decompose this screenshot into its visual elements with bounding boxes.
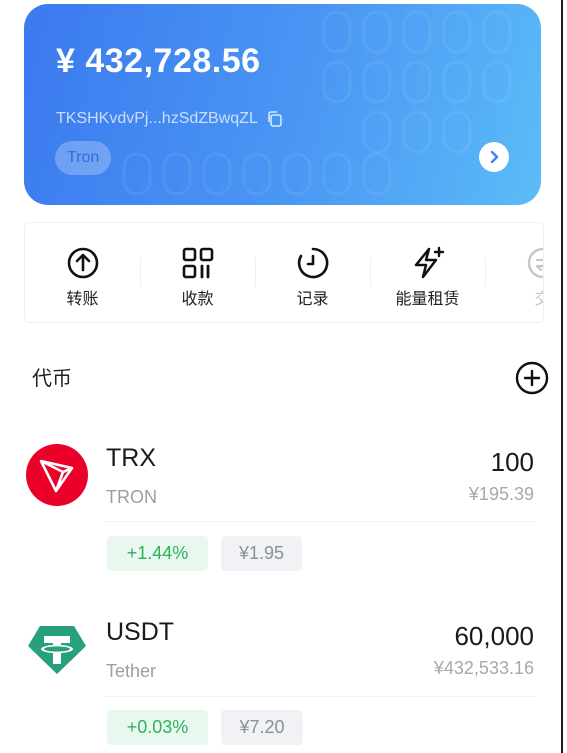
send-icon (65, 245, 101, 281)
token-symbol: TRX (106, 444, 156, 472)
action-label: 能量租赁 (395, 291, 460, 308)
tokens-section-title: 代币 (32, 368, 72, 390)
token-amount: 60,000 (454, 621, 534, 651)
wallet-address: TKSHKvdvPj...hzSdZBwqZL (56, 110, 258, 127)
action-label: 交 (534, 285, 543, 309)
copy-icon[interactable] (266, 110, 284, 128)
token-fiat-value: ¥432,533.16 (433, 658, 534, 678)
action-receive[interactable]: 收款 (140, 223, 255, 322)
chain-badge[interactable]: Tron (55, 141, 112, 175)
row-divider (106, 521, 535, 522)
action-energy-rental[interactable]: 能量租赁 (370, 223, 485, 322)
action-history[interactable]: 记录 (255, 223, 370, 322)
unit-price-badge: ¥7.20 (221, 710, 303, 745)
qr-code-icon (180, 245, 216, 281)
tron-logo-icon (26, 444, 88, 506)
token-symbol: USDT (106, 618, 175, 646)
action-label: 记录 (296, 291, 329, 308)
add-circle-icon[interactable] (515, 361, 549, 395)
wallet-card[interactable]: ¥ 432,728.56 TKSHKvdvPj...hzSdZBwqZL Tro… (24, 4, 541, 205)
action-transfer[interactable]: 转账 (25, 223, 140, 322)
token-amount: 100 (490, 447, 534, 477)
wallet-address-row[interactable]: TKSHKvdvPj...hzSdZBwqZL (56, 110, 284, 128)
wallet-balance: ¥ 432,728.56 (56, 42, 261, 80)
row-divider (106, 696, 535, 697)
energy-icon (410, 245, 446, 281)
chevron-right-icon[interactable] (479, 142, 509, 172)
exchange-icon (525, 245, 543, 281)
card-background-pattern (122, 10, 512, 196)
price-change-badge: +1.44% (107, 536, 208, 571)
tether-logo-icon (26, 618, 88, 680)
history-icon (295, 245, 331, 281)
token-fiat-value: ¥195.39 (468, 484, 534, 504)
price-change-badge: +0.03% (107, 710, 208, 745)
screen-edge-divider (561, 0, 563, 753)
unit-price-badge: ¥1.95 (221, 536, 302, 571)
action-exchange[interactable]: 交 (485, 223, 543, 322)
action-label: 收款 (181, 291, 214, 308)
token-name: TRON (106, 487, 157, 507)
token-name: Tether (106, 661, 157, 681)
action-label: 转账 (66, 291, 99, 308)
quick-actions-bar: 转账 收款 记录 能量租赁 (24, 222, 544, 323)
